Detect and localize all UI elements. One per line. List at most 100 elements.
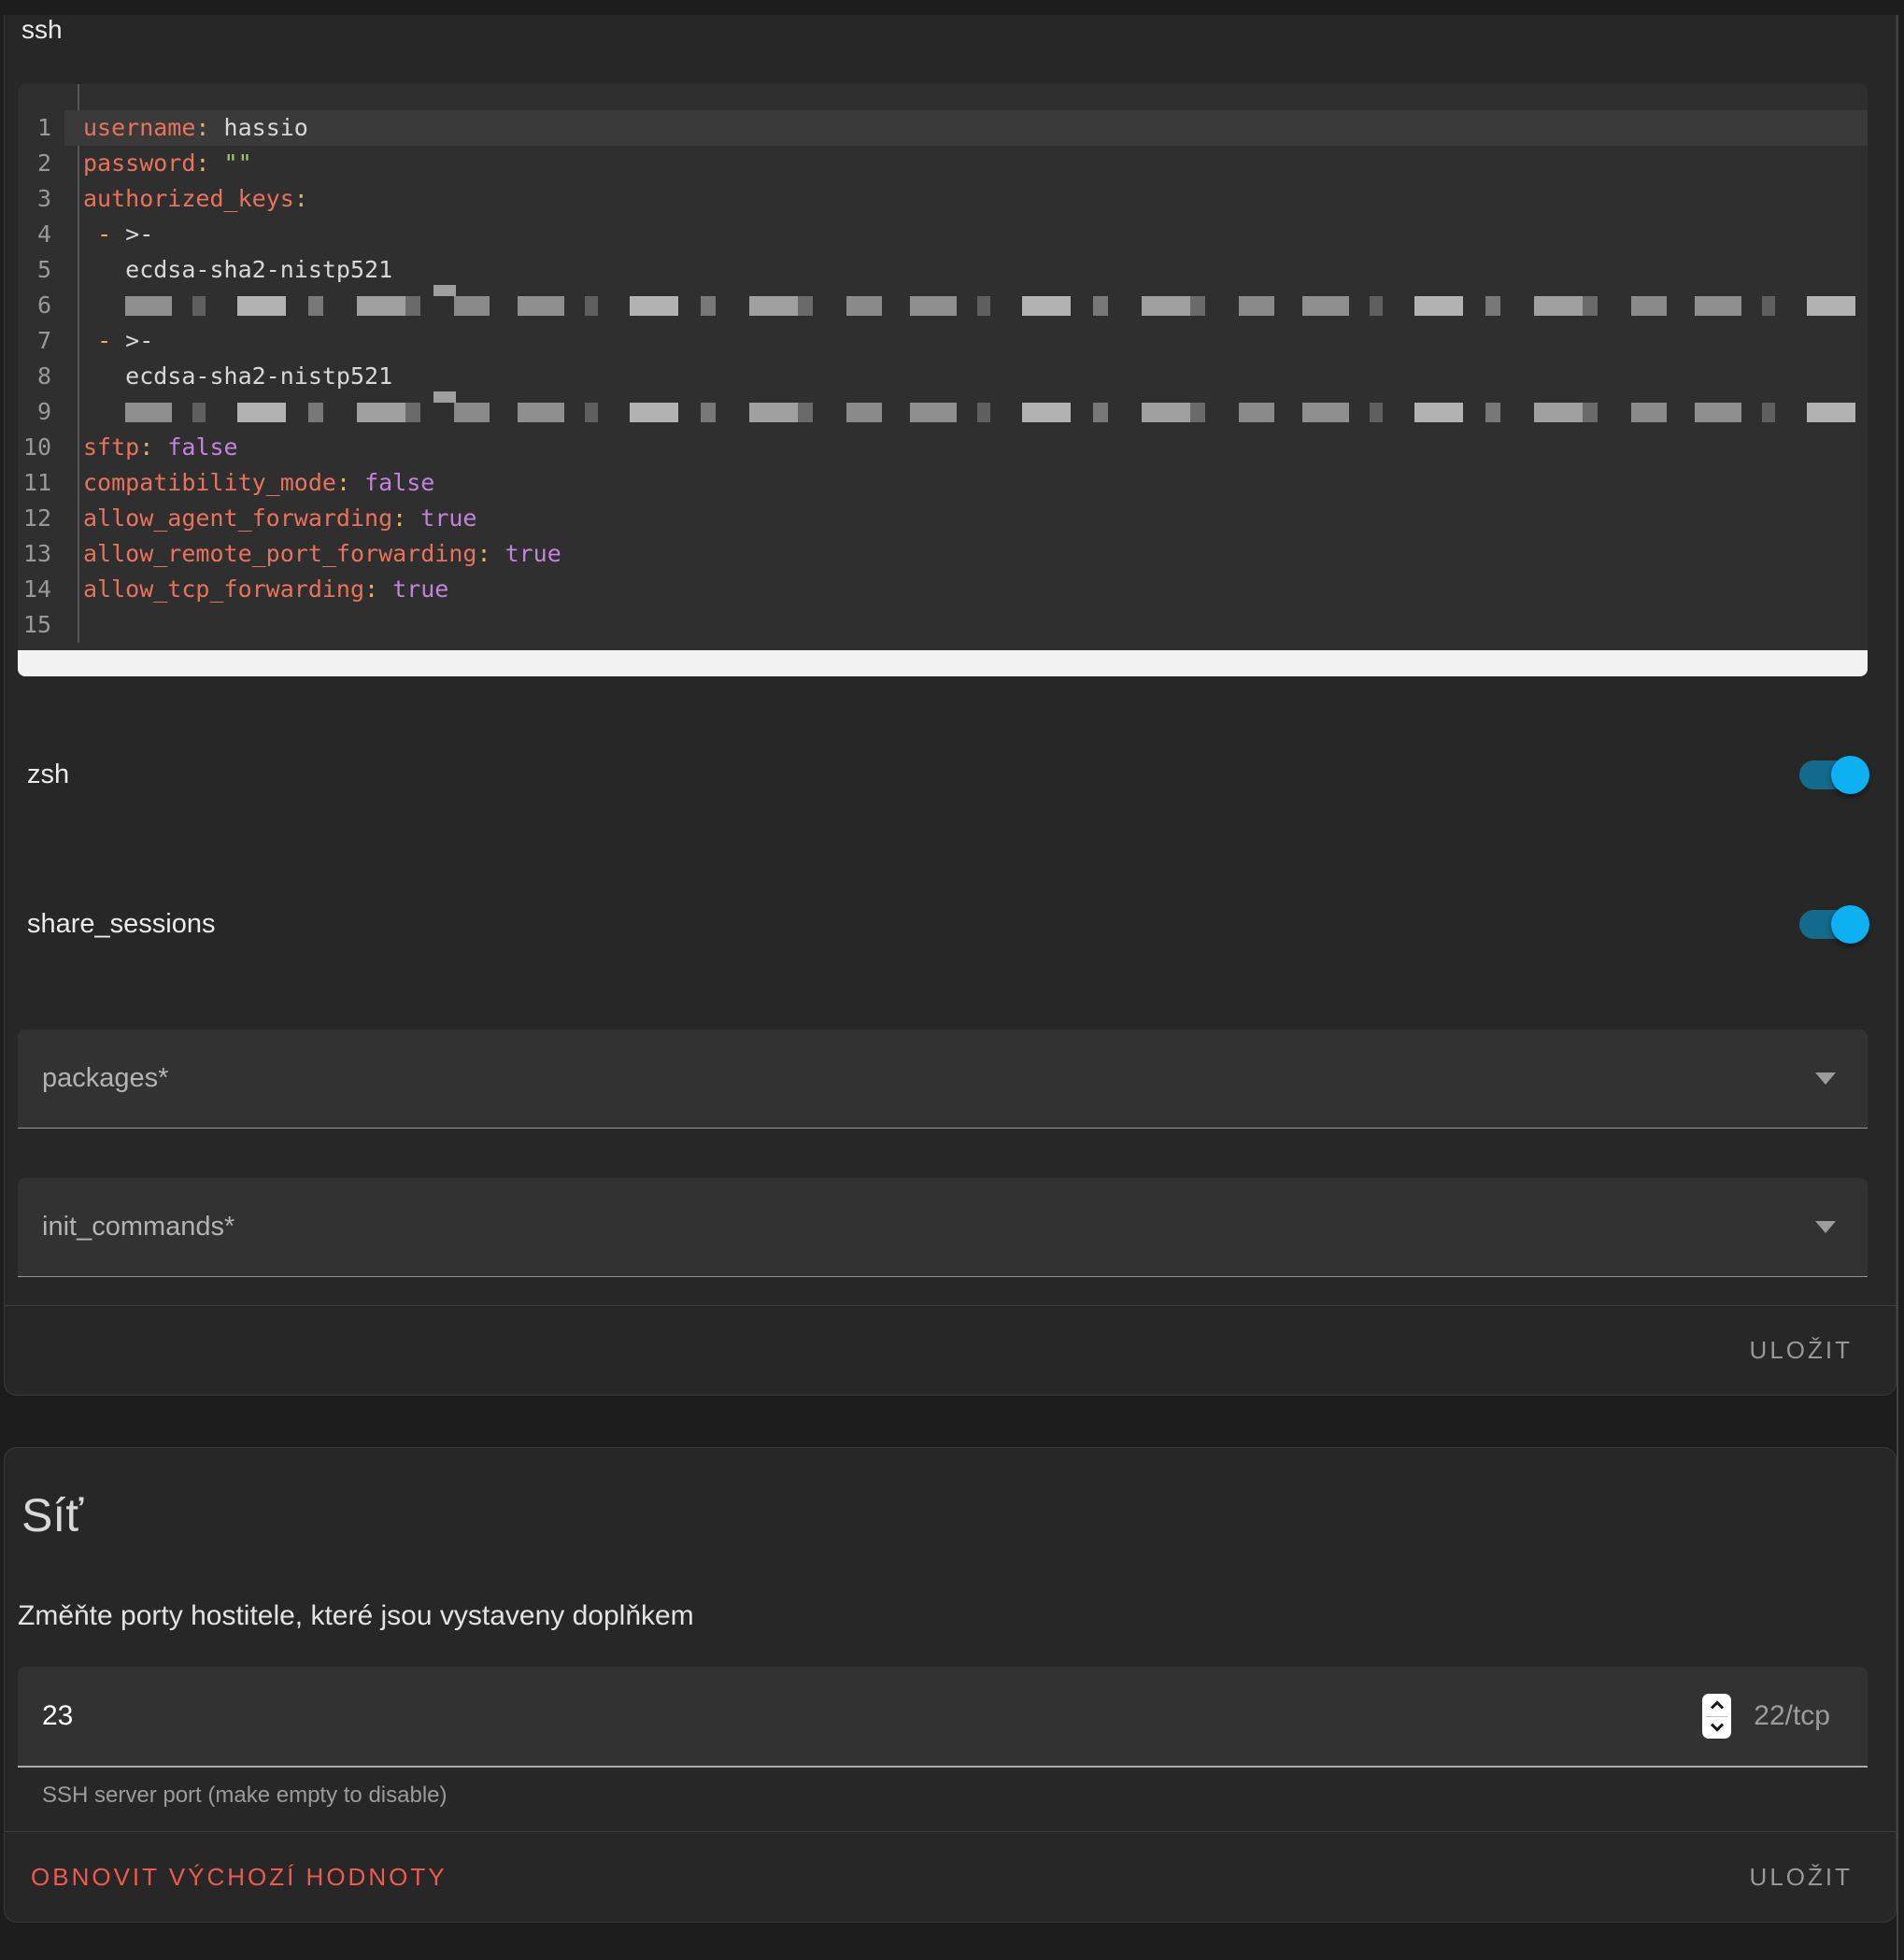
ssh-port-input[interactable]	[42, 1700, 1702, 1732]
network-description: Změňte porty hostitele, které jsou vysta…	[18, 1599, 1868, 1633]
code-content: compatibility_mode: false	[64, 465, 1868, 501]
editor-line[interactable]: 11compatibility_mode: false	[18, 465, 1868, 501]
port-helper-text: SSH server port (make empty to disable)	[42, 1782, 1868, 1809]
zsh-toggle-row: zsh	[18, 728, 1868, 821]
line-number: 1	[18, 110, 64, 146]
code-token: authorized_keys	[83, 181, 294, 217]
code-token: true	[392, 572, 448, 607]
network-card-footer: OBNOVIT VÝCHOZÍ HODNOTY ULOŽIT	[5, 1831, 1896, 1922]
code-token: ecdsa-sha2-nistp521	[83, 252, 392, 288]
line-number: 9	[18, 394, 64, 430]
line-number: 4	[18, 217, 64, 252]
zsh-toggle[interactable]	[1799, 760, 1868, 789]
code-token	[83, 217, 97, 252]
code-token: :	[336, 465, 350, 501]
line-number: 7	[18, 323, 64, 359]
code-token: allow_agent_forwarding	[83, 501, 392, 536]
ssh-field-label: ssh	[21, 15, 1868, 45]
code-content: allow_agent_forwarding: true	[64, 501, 1868, 536]
code-content: password: ""	[64, 146, 1868, 181]
code-content	[64, 288, 1868, 323]
code-token: false	[364, 465, 434, 501]
port-input-row: 22/tcp	[18, 1667, 1868, 1768]
code-token: true	[420, 501, 476, 536]
container-port-suffix: 22/tcp	[1754, 1700, 1830, 1732]
editor-line[interactable]: 9	[18, 394, 1868, 430]
code-token: username	[83, 110, 195, 146]
init-commands-select-label: init_commands*	[42, 1212, 234, 1243]
editor-line[interactable]: 1username: hassio	[18, 110, 1868, 146]
code-token: -	[97, 217, 111, 252]
yaml-editor[interactable]: 1username: hassio2password: ""3authorize…	[18, 84, 1868, 676]
toggle-thumb	[1831, 905, 1869, 944]
packages-select[interactable]: packages*	[18, 1030, 1868, 1129]
code-token	[491, 536, 505, 572]
number-stepper-icon[interactable]	[1702, 1694, 1731, 1739]
code-token: sftp	[83, 430, 139, 465]
chevron-down-icon	[1711, 1719, 1724, 1732]
code-token: :	[139, 430, 153, 465]
code-token: :	[195, 146, 209, 181]
share-sessions-label: share_sessions	[27, 909, 216, 940]
save-network-button[interactable]: ULOŽIT	[1750, 1863, 1853, 1892]
code-token	[153, 430, 167, 465]
toggle-thumb	[1831, 756, 1869, 794]
code-token: hassio	[209, 110, 307, 146]
chevron-up-icon	[1711, 1700, 1724, 1713]
line-number: 11	[18, 465, 64, 501]
code-content: sftp: false	[64, 430, 1868, 465]
chevron-down-icon	[1815, 1221, 1836, 1233]
line-number: 3	[18, 181, 64, 217]
code-token: :	[195, 110, 209, 146]
code-token	[83, 323, 97, 359]
code-token: >-	[111, 323, 153, 359]
code-content: - >-	[64, 217, 1868, 252]
line-number: 15	[18, 607, 64, 643]
share-sessions-toggle-row: share_sessions	[18, 877, 1868, 971]
code-token	[209, 146, 223, 181]
network-title: Síť	[21, 1489, 1868, 1541]
code-token: -	[97, 323, 111, 359]
network-card: Síť Změňte porty hostitele, které jsou v…	[4, 1447, 1897, 1923]
code-token	[378, 572, 392, 607]
share-sessions-toggle[interactable]	[1799, 910, 1868, 939]
zsh-label: zsh	[27, 760, 69, 790]
editor-line[interactable]: 7 - >-	[18, 323, 1868, 359]
editor-horizontal-scrollbar[interactable]	[18, 650, 1868, 676]
line-number: 8	[18, 359, 64, 394]
code-token: allow_tcp_forwarding	[83, 572, 364, 607]
editor-line[interactable]: 3authorized_keys:	[18, 181, 1868, 217]
code-token: :	[392, 501, 406, 536]
config-card-footer: ULOŽIT	[5, 1305, 1896, 1395]
save-config-button[interactable]: ULOŽIT	[1750, 1336, 1853, 1365]
line-number: 5	[18, 252, 64, 288]
redacted-key-blur	[125, 296, 1868, 316]
editor-line[interactable]: 14allow_tcp_forwarding: true	[18, 572, 1868, 607]
code-token: :	[364, 572, 378, 607]
init-commands-select[interactable]: init_commands*	[18, 1178, 1868, 1277]
code-token: compatibility_mode	[83, 465, 336, 501]
editor-line[interactable]: 12allow_agent_forwarding: true	[18, 501, 1868, 536]
line-number: 2	[18, 146, 64, 181]
code-content: username: hassio	[64, 110, 1868, 146]
code-token: allow_remote_port_forwarding	[83, 536, 476, 572]
editor-line[interactable]: 10sftp: false	[18, 430, 1868, 465]
redacted-key-blur	[125, 403, 1868, 422]
code-token: ecdsa-sha2-nistp521	[83, 359, 392, 394]
code-token	[350, 465, 364, 501]
editor-line[interactable]: 6	[18, 288, 1868, 323]
editor-line[interactable]: 2password: ""	[18, 146, 1868, 181]
code-token: >-	[111, 217, 153, 252]
code-content: ecdsa-sha2-nistp521	[64, 359, 1868, 394]
line-number: 12	[18, 501, 64, 536]
editor-line[interactable]: 5 ecdsa-sha2-nistp521	[18, 252, 1868, 288]
editor-line[interactable]: 8 ecdsa-sha2-nistp521	[18, 359, 1868, 394]
chevron-down-icon	[1815, 1072, 1836, 1085]
editor-line[interactable]: 13allow_remote_port_forwarding: true	[18, 536, 1868, 572]
code-token: true	[505, 536, 561, 572]
editor-line[interactable]: 4 - >-	[18, 217, 1868, 252]
code-content	[64, 394, 1868, 430]
reset-defaults-button[interactable]: OBNOVIT VÝCHOZÍ HODNOTY	[31, 1863, 448, 1892]
code-content: ecdsa-sha2-nistp521	[64, 252, 1868, 288]
editor-line[interactable]: 15	[18, 607, 1868, 643]
